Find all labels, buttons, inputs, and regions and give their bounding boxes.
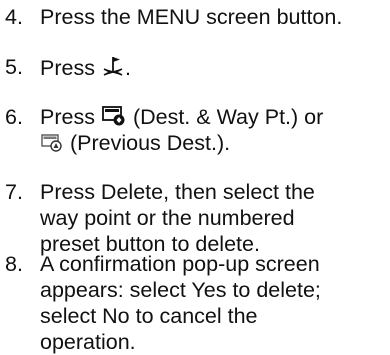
step-text-line: Press . (40, 54, 390, 81)
step-text: (Dest. & Way Pt.) or (132, 105, 324, 129)
step-text-line: operation. (40, 330, 136, 354)
step-text: (Previous Dest.). (69, 131, 231, 155)
step-text-line: way point or the numbered (40, 206, 295, 230)
step-text-line: Press the MENU screen button. (40, 5, 343, 29)
step-number: 7. (5, 180, 23, 204)
step-text-line: A confirmation pop-up screen (40, 252, 320, 276)
step-text-line: appears: select Yes to delete; (40, 278, 321, 302)
step-text-line: Press Delete, then select the (40, 180, 315, 204)
step-number: 4. (5, 5, 23, 29)
step-number: 8. (5, 252, 23, 276)
navigation-destination-flag-icon (101, 54, 125, 78)
step-text-line: (Previous Dest.). (40, 130, 390, 156)
step-text: Press (40, 56, 95, 80)
previous-destination-icon (40, 133, 64, 153)
step-number: 6. (5, 105, 23, 129)
step-text-line: Press (Dest. & Way Pt.) or (40, 104, 390, 130)
step-number: 5. (5, 55, 23, 79)
step-text-line: select No to cancel the (40, 304, 258, 328)
step-text: Press (40, 105, 95, 129)
step-text: . (124, 56, 131, 80)
dest-and-waypoint-icon (101, 105, 127, 127)
